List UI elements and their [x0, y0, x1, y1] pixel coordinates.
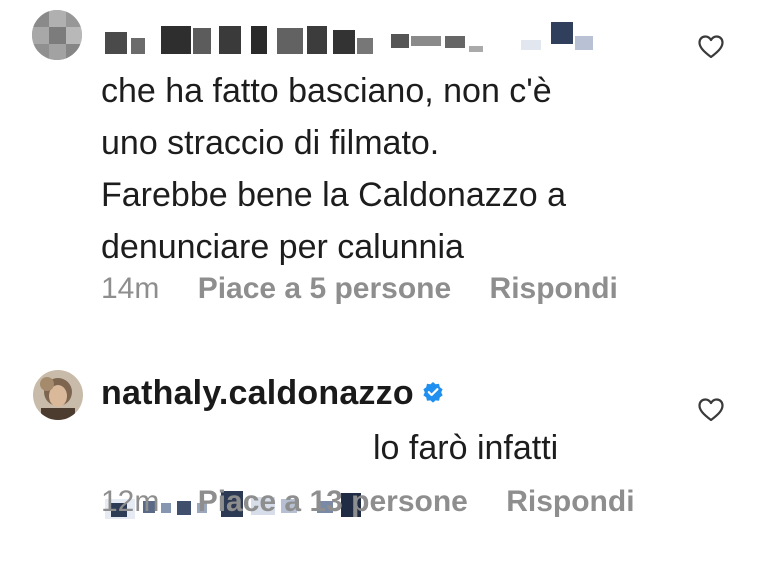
comment-meta: 12m Piace a 13 persone Rispondi — [101, 485, 665, 519]
likes-link[interactable]: Piace a 5 persone — [198, 272, 451, 305]
comment-time: 14m — [101, 272, 160, 305]
heart-icon[interactable] — [697, 397, 725, 423]
comment-text-body: lo farò infatti — [373, 429, 559, 467]
avatar[interactable] — [32, 10, 82, 60]
comment: che ha fatto basciano, non c'è uno strac… — [0, 0, 767, 320]
verified-badge-icon — [422, 373, 444, 412]
likes-link[interactable]: Piace a 13 persone — [198, 485, 468, 518]
avatar[interactable] — [33, 370, 83, 420]
comment-text: che ha fatto basciano, non c'è uno strac… — [101, 72, 566, 266]
mention-pixelated[interactable] — [105, 432, 365, 519]
heart-icon[interactable] — [697, 34, 725, 60]
username-pixelated[interactable] — [101, 18, 641, 58]
username-text[interactable]: nathaly.caldonazzo — [101, 374, 414, 412]
reply-button[interactable]: Rispondi — [506, 485, 634, 518]
username[interactable]: nathaly.caldonazzo — [101, 374, 444, 413]
reply-button[interactable]: Rispondi — [490, 272, 618, 305]
comment: nathaly.caldonazzo lo farò infatti 12m P… — [0, 360, 767, 526]
comment-meta: 14m Piace a 5 persone Rispondi — [101, 272, 648, 306]
comment-time: 12m — [101, 485, 160, 518]
